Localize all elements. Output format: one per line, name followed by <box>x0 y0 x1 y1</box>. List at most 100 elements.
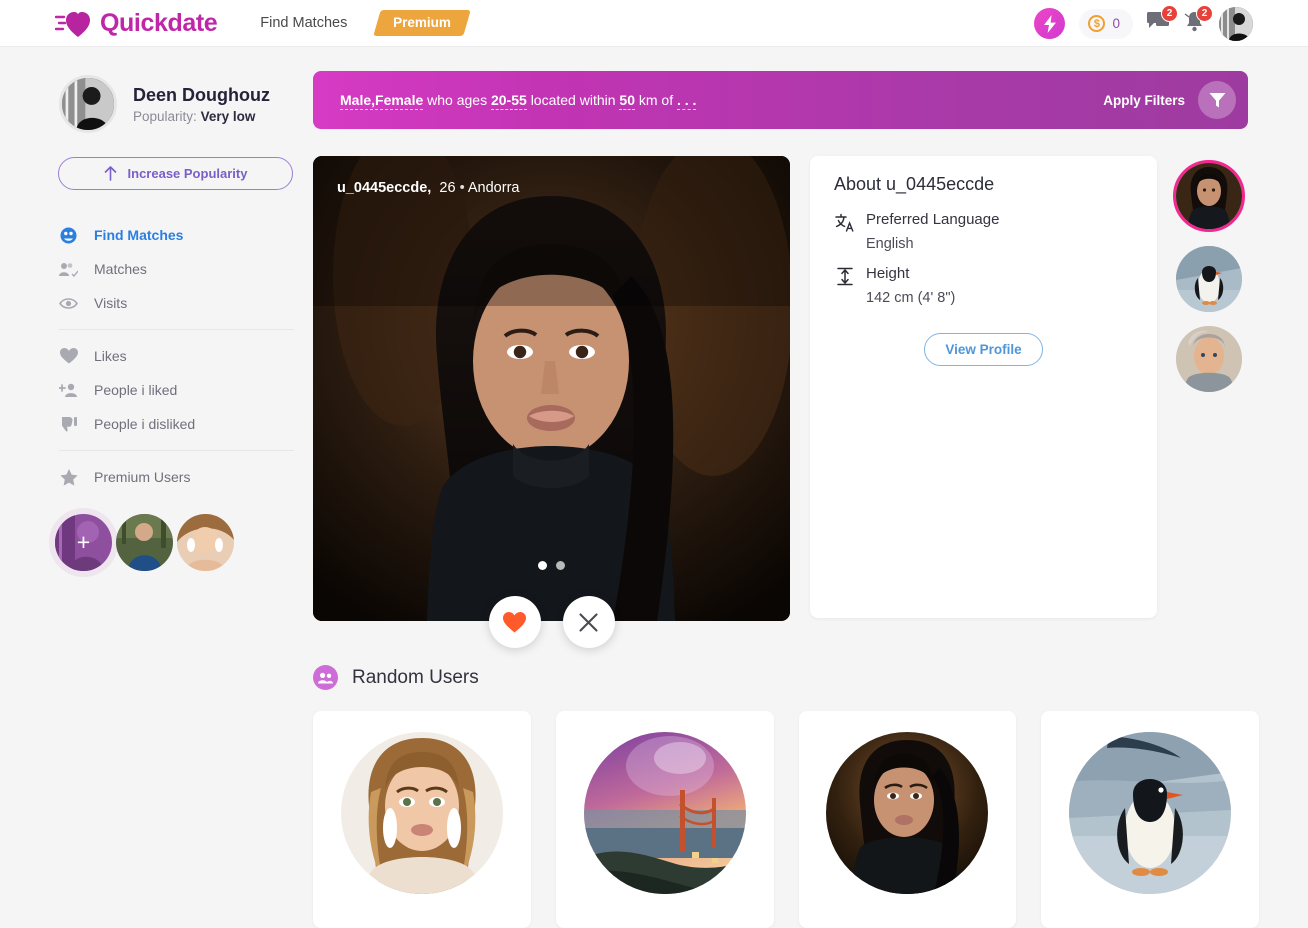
filter-location[interactable]: . . . <box>677 92 697 110</box>
profile-name: Deen Doughouz <box>133 84 270 105</box>
random-user-card[interactable] <box>1041 711 1259 928</box>
premium-button[interactable]: Premium <box>373 10 471 36</box>
view-profile-button[interactable]: View Profile <box>924 333 1043 366</box>
profile-card-meta: u_0445eccde, 26 • Andorra <box>337 180 519 196</box>
about-title: About u_0445eccde <box>834 174 995 194</box>
random-user-avatar <box>340 732 503 894</box>
random-user-avatar <box>1069 732 1232 894</box>
notifications-button[interactable]: 2 <box>1184 5 1213 37</box>
people-check-icon <box>59 262 78 277</box>
thumbnail-penguin[interactable] <box>1176 246 1242 312</box>
card-actions <box>313 596 790 648</box>
sidebar-item-people-i-disliked[interactable]: People i disliked <box>0 407 313 441</box>
sidebar-item-label: Find Matches <box>94 227 184 243</box>
lightning-bolt-icon[interactable] <box>1034 8 1066 39</box>
sidebar-item-label: People i disliked <box>94 416 196 432</box>
apply-filters-label[interactable]: Apply Filters <box>1103 93 1185 108</box>
profile-photo <box>313 156 790 621</box>
profile-username: u_0445eccde, <box>337 180 432 196</box>
photo-thumbnails <box>1173 160 1245 392</box>
random-user-card[interactable] <box>555 711 774 928</box>
user-profile-summary[interactable]: Deen Doughouz Popularity: Very low <box>59 75 313 133</box>
filter-distance[interactable]: 50 <box>619 92 635 110</box>
thumbs-down-icon <box>59 416 78 432</box>
height-icon <box>834 265 855 286</box>
coin-balance[interactable]: $ 0 <box>1079 8 1133 39</box>
translate-icon <box>834 211 855 232</box>
dislike-button[interactable] <box>562 596 615 648</box>
random-user-avatar <box>826 732 989 894</box>
logo[interactable]: Quickdate <box>54 8 218 38</box>
popularity-label: Popularity: <box>133 108 197 124</box>
sidebar-item-people-i-liked[interactable]: People i liked <box>0 373 313 407</box>
sidebar-item-label: Likes <box>94 348 127 364</box>
filter-summary: Male,Female who ages 20-55 located withi… <box>340 92 697 110</box>
globe-icon <box>59 227 78 244</box>
random-users-title: Random Users <box>352 666 479 688</box>
random-users-header: Random Users <box>313 665 479 690</box>
person-add-icon <box>59 383 78 398</box>
coin-count: 0 <box>1112 16 1120 31</box>
profile-location: Andorra <box>467 180 520 196</box>
eye-icon <box>59 297 78 310</box>
heart-icon <box>54 8 93 38</box>
heart-icon <box>503 611 526 632</box>
meta-separator: • <box>459 180 465 196</box>
about-label: Height <box>866 265 910 282</box>
sidebar-item-label: Visits <box>94 295 128 311</box>
thumbnail-man[interactable] <box>1176 326 1242 392</box>
sidebar-item-label: People i liked <box>94 382 178 398</box>
sidebar-item-visits[interactable]: Visits <box>0 286 313 320</box>
notifications-badge: 2 <box>1196 5 1213 22</box>
about-row-height: Height <box>834 265 1133 286</box>
filter-age-range[interactable]: 20-55 <box>490 92 527 110</box>
story-item[interactable] <box>116 514 173 571</box>
premium-label: Premium <box>393 15 452 30</box>
people-icon <box>313 665 338 690</box>
random-users-grid <box>313 711 1259 928</box>
photo-dots <box>313 561 790 570</box>
header-actions: $ 0 2 2 <box>1034 0 1253 47</box>
sidebar-item-premium-users[interactable]: Premium Users <box>0 460 313 494</box>
sidebar-item-matches[interactable]: Matches <box>0 252 313 286</box>
funnel-icon[interactable] <box>1198 81 1236 119</box>
photo-dot[interactable] <box>556 561 565 570</box>
sidebar-nav: Find Matches Matches Visits Likes People… <box>0 218 313 494</box>
filter-gender[interactable]: Male,Female <box>340 92 424 110</box>
coin-dollar-icon: $ <box>1088 15 1106 32</box>
profile-card[interactable]: u_0445eccde, 26 • Andorra <box>313 156 790 621</box>
photo-dot[interactable] <box>538 561 547 570</box>
chat-badge: 2 <box>1161 5 1178 22</box>
about-label: Preferred Language <box>866 211 1000 228</box>
random-user-card[interactable] <box>313 711 531 928</box>
about-value: English <box>866 236 914 252</box>
filter-who-ages: who ages <box>427 92 488 108</box>
add-story-button[interactable]: + <box>55 514 112 571</box>
increase-popularity-button[interactable]: Increase Popularity <box>58 157 293 190</box>
filter-located-within: located within <box>530 92 616 108</box>
sidebar-item-label: Premium Users <box>94 469 191 485</box>
sidebar-item-likes[interactable]: Likes <box>0 339 313 373</box>
sidebar-item-label: Matches <box>94 261 147 277</box>
sidebar-divider <box>59 329 294 330</box>
star-icon <box>59 468 78 486</box>
increase-popularity-label: Increase Popularity <box>127 166 248 181</box>
arrow-up-icon <box>104 166 116 181</box>
sidebar-item-find-matches[interactable]: Find Matches <box>0 218 313 252</box>
popularity-value: Very low <box>200 108 256 124</box>
thumbnail-woman[interactable] <box>1173 160 1245 232</box>
random-user-card[interactable] <box>798 711 1017 928</box>
logo-text: Quickdate <box>100 8 218 37</box>
avatar[interactable] <box>1219 6 1253 41</box>
nav-find-matches[interactable]: Find Matches <box>260 15 347 31</box>
story-item[interactable] <box>177 514 234 571</box>
chat-button[interactable]: 2 <box>1147 5 1178 37</box>
like-button[interactable] <box>488 596 541 648</box>
filter-bar: Male,Female who ages 20-55 located withi… <box>313 71 1248 129</box>
about-value: 142 cm (4' 8") <box>866 290 956 306</box>
random-user-avatar <box>583 732 746 894</box>
left-sidebar: Deen Doughouz Popularity: Very low Incre… <box>0 47 313 928</box>
stories-row: + <box>55 514 313 571</box>
close-x-icon <box>579 612 598 632</box>
profile-popularity: Popularity: Very low <box>133 109 270 124</box>
